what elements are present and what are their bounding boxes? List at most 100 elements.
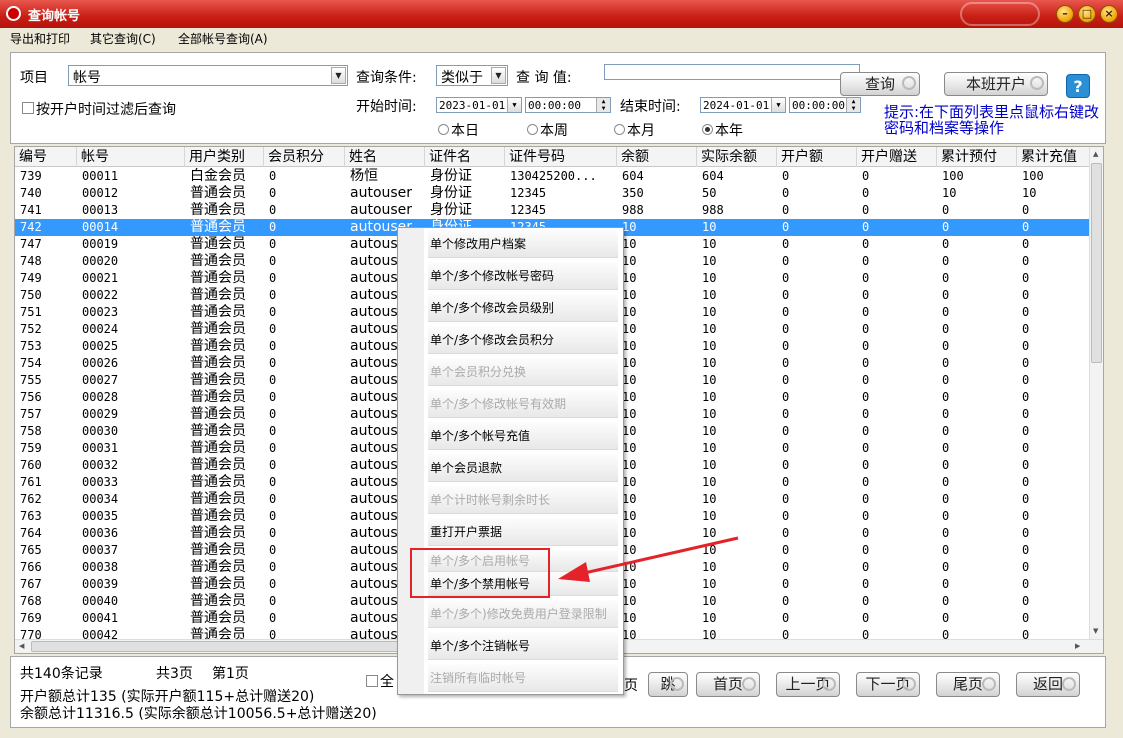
table-cell: 0 (1022, 492, 1030, 506)
scroll-right-icon[interactable]: ▶ (1075, 642, 1080, 650)
column-header[interactable]: 证件号码 (505, 147, 617, 167)
table-cell: 10 (622, 407, 637, 421)
table-cell: 10 (702, 322, 717, 336)
range-week-radio[interactable] (527, 124, 538, 135)
first-page-button[interactable]: 首页 (696, 672, 760, 697)
range-today-label: 本日 (451, 123, 479, 139)
end-time-spinner[interactable]: 00:00:00 ▲ ▼ (789, 97, 861, 113)
maximize-button[interactable]: □ (1078, 5, 1096, 23)
open-account-button[interactable]: 本班开户 (944, 72, 1048, 96)
table-cell: 0 (1022, 305, 1030, 319)
table-cell: 0 (1022, 271, 1030, 285)
column-header[interactable]: 用户类别 (185, 147, 264, 167)
query-button[interactable]: 查询 (840, 72, 920, 96)
table-cell: 普通会员 (190, 185, 246, 201)
range-year-radio[interactable] (702, 124, 713, 135)
range-today-radio[interactable] (438, 124, 449, 135)
ring-icon (1062, 677, 1076, 691)
context-menu-item[interactable]: 单个/多个注销帐号 (428, 632, 618, 660)
end-date-picker[interactable]: 2024-01-01 ▼ (700, 97, 786, 113)
table-row[interactable]: 741 00013 普通会员 0 autouser 身份证 12345 988 988 0 0 0 0 (15, 202, 1091, 219)
scroll-down-icon[interactable]: ▼ (1093, 627, 1098, 635)
column-header[interactable]: 帐号 (77, 147, 185, 167)
title-bar[interactable]: 查询帐号 – □ × (0, 0, 1123, 28)
close-button[interactable]: × (1100, 5, 1118, 23)
table-cell: 00028 (82, 390, 119, 404)
context-menu-item[interactable]: 单个会员退款 (428, 454, 618, 482)
table-cell: 普通会员 (190, 610, 246, 626)
column-header[interactable]: 余额 (617, 147, 697, 167)
filter-by-time-checkbox[interactable] (22, 102, 34, 114)
menu-all-accounts[interactable]: 全部帐号查询(A) (178, 30, 268, 47)
start-date-picker[interactable]: 2023-01-01 ▼ (436, 97, 522, 113)
chevron-down-icon[interactable]: ▼ (491, 67, 506, 84)
minimize-button[interactable]: – (1056, 5, 1074, 23)
spinner-arrows-icon[interactable]: ▲ ▼ (846, 98, 860, 112)
table-cell: 10 (702, 407, 717, 421)
column-header[interactable]: 编号 (15, 147, 77, 167)
vertical-scrollbar[interactable]: ▲ ▼ (1089, 147, 1103, 641)
table-cell: 10 (702, 220, 717, 234)
context-menu: 单个修改用户档案 单个/多个修改帐号密码 单个/多个修改会员级别 单个/多个修改会员积… (397, 227, 624, 695)
table-cell: 0 (269, 543, 277, 557)
next-page-button[interactable]: 下一页 (856, 672, 920, 697)
scroll-up-icon[interactable]: ▲ (1093, 150, 1098, 158)
context-menu-item: 单个计时帐号剩余时长 (428, 486, 618, 514)
select-all-checkbox[interactable] (366, 675, 378, 687)
context-menu-item[interactable]: 单个/多个修改帐号密码 (428, 262, 618, 290)
item-select[interactable]: 帐号 ▼ (68, 65, 348, 86)
table-cell: 0 (1022, 339, 1030, 353)
column-header[interactable]: 证件名 (425, 147, 505, 167)
table-cell: 0 (269, 577, 277, 591)
column-header[interactable]: 开户额 (777, 147, 857, 167)
table-cell: 普通会员 (190, 355, 246, 371)
ring-icon (902, 677, 916, 691)
chevron-down-icon[interactable]: ▼ (507, 98, 521, 112)
start-time-spinner[interactable]: 00:00:00 ▲ ▼ (525, 97, 611, 113)
page-count: 共3页 (156, 666, 193, 682)
condition-select[interactable]: 类似于 ▼ (436, 65, 508, 86)
help-icon[interactable]: ? (1066, 74, 1090, 98)
table-cell: 0 (269, 373, 277, 387)
chevron-down-icon[interactable]: ▼ (331, 67, 346, 84)
scroll-left-icon[interactable]: ◀ (19, 642, 24, 650)
context-menu-item[interactable]: 单个修改用户档案 (428, 230, 618, 258)
table-cell: 10 (622, 237, 637, 251)
back-button[interactable]: 返回 (1016, 672, 1080, 697)
menu-other-query[interactable]: 其它查询(C) (90, 30, 156, 47)
column-header[interactable]: 实际余额 (697, 147, 777, 167)
table-cell: 755 (20, 373, 42, 387)
table-cell: 00030 (82, 424, 119, 438)
table-cell: 0 (782, 220, 790, 234)
context-menu-item[interactable]: 单个/多个帐号充值 (428, 422, 618, 450)
vertical-scroll-thumb[interactable] (1091, 163, 1102, 363)
table-cell: 0 (269, 305, 277, 319)
query-value-input[interactable] (604, 64, 860, 80)
range-month-radio[interactable] (614, 124, 625, 135)
menu-export-print[interactable]: 导出和打印 (10, 30, 70, 47)
prev-page-button[interactable]: 上一页 (776, 672, 840, 697)
jump-button[interactable]: 跳 (648, 672, 688, 697)
table-cell: 0 (269, 186, 277, 200)
item-select-value: 帐号 (73, 70, 101, 86)
column-header[interactable]: 累计预付 (937, 147, 1017, 167)
table-cell: 10 (702, 339, 717, 353)
column-header[interactable]: 累计充值 (1017, 147, 1091, 167)
column-header[interactable]: 姓名 (345, 147, 425, 167)
chevron-down-icon[interactable]: ▼ (771, 98, 785, 112)
spinner-arrows-icon[interactable]: ▲ ▼ (596, 98, 610, 112)
table-cell: 普通会员 (190, 202, 246, 218)
context-menu-item[interactable]: 单个/多个修改会员级别 (428, 294, 618, 322)
range-week-label: 本周 (540, 123, 568, 139)
table-cell: 0 (269, 492, 277, 506)
column-header[interactable]: 开户赠送 (857, 147, 937, 167)
table-cell: 747 (20, 237, 42, 251)
last-page-button[interactable]: 尾页 (936, 672, 1000, 697)
table-row[interactable]: 740 00012 普通会员 0 autouser 身份证 12345 350 50 0 0 10 10 (15, 185, 1091, 202)
context-menu-item[interactable]: 单个/多个修改会员积分 (428, 326, 618, 354)
column-header[interactable]: 会员积分 (264, 147, 345, 167)
table-cell: 10 (622, 475, 637, 489)
table-row[interactable]: 739 00011 白金会员 0 杨恒 身份证 130425200... 604 604 0 0 10… (15, 168, 1091, 185)
table-cell: 00022 (82, 288, 119, 302)
table-cell: 10 (702, 611, 717, 625)
